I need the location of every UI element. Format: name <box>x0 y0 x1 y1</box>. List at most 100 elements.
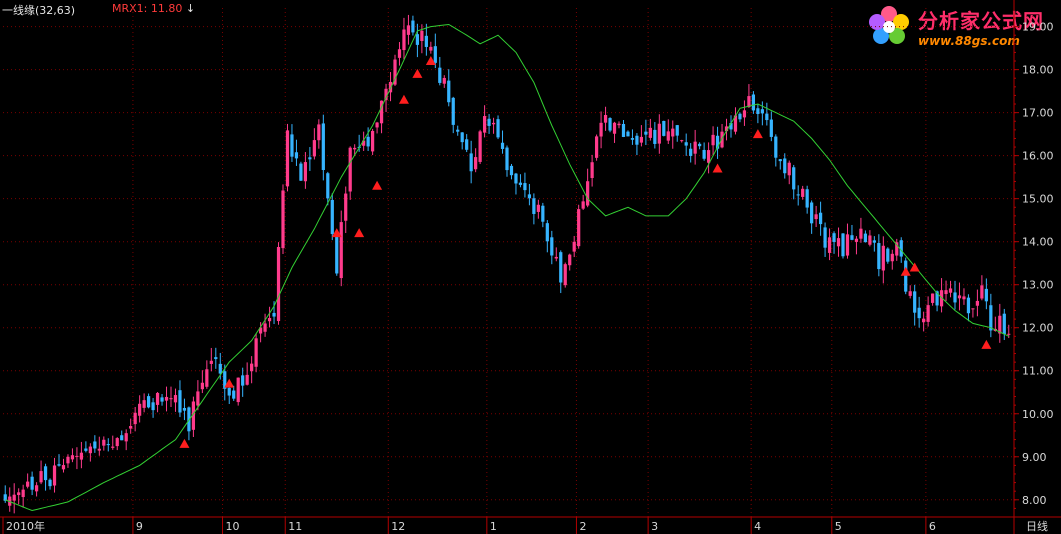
candle <box>509 163 514 180</box>
candle <box>299 161 303 181</box>
candle <box>818 201 823 236</box>
candle-body <box>783 158 787 174</box>
candle <box>469 140 473 184</box>
candle <box>465 134 469 153</box>
candle-body <box>263 323 267 332</box>
candle-body <box>662 120 666 136</box>
candle-body <box>317 124 321 141</box>
candle <box>886 247 890 264</box>
candle <box>236 377 240 406</box>
candle <box>680 139 684 143</box>
x-axis: 2010年 9 10 11 12 1 2 3 4 5 6 日线 <box>0 516 1061 534</box>
candle-body <box>451 97 455 125</box>
mrx1-line <box>5 23 1010 512</box>
candle-body <box>823 227 827 248</box>
candle-body <box>514 173 518 184</box>
candle <box>948 280 953 298</box>
candle-body <box>330 199 334 235</box>
candle-body <box>594 136 599 158</box>
candle-body <box>738 113 742 120</box>
candle-body <box>805 189 809 208</box>
candle <box>97 436 101 456</box>
candle-body <box>397 49 402 58</box>
candle-body <box>792 167 796 190</box>
candle-body <box>460 132 464 143</box>
candle <box>671 120 675 149</box>
candle-body <box>276 246 281 322</box>
candle-body <box>39 471 43 483</box>
y-tick-label: 18.00 <box>1022 64 1054 77</box>
candle-body <box>84 448 88 451</box>
candle-body <box>980 285 984 299</box>
x-month-label: 11 <box>288 520 302 533</box>
candle <box>801 185 805 200</box>
candle <box>88 443 92 462</box>
candle-body <box>173 395 178 403</box>
candle-body <box>675 125 679 136</box>
candle-body <box>962 296 966 300</box>
candle-body <box>420 30 424 41</box>
candle-body <box>491 122 496 125</box>
candle-body <box>169 398 173 400</box>
candle <box>12 483 16 514</box>
candle <box>599 111 603 149</box>
candle <box>397 42 402 66</box>
candle-body <box>868 235 872 245</box>
candle-body <box>344 193 348 221</box>
candle <box>698 142 702 150</box>
candle-body <box>917 307 921 319</box>
candle <box>330 193 334 241</box>
candle-body <box>814 214 818 220</box>
candle-body <box>88 446 92 454</box>
candle <box>474 148 478 173</box>
candle-body <box>375 122 379 128</box>
candle-body <box>79 452 84 460</box>
candle <box>626 130 630 137</box>
mrx1-line-group <box>5 23 1010 512</box>
candle-body <box>698 143 702 147</box>
candle <box>653 122 657 149</box>
candle-body <box>429 46 433 51</box>
candle <box>285 123 290 192</box>
candle <box>142 393 146 413</box>
candle-body <box>138 403 142 416</box>
candle <box>702 142 706 161</box>
candle-body <box>590 162 594 178</box>
candle-body <box>227 387 231 396</box>
candle <box>250 356 254 384</box>
candle <box>581 194 585 211</box>
candle-body <box>308 157 312 160</box>
candle <box>106 438 110 452</box>
candle <box>496 115 500 140</box>
candle-body <box>666 131 670 141</box>
candle-body <box>975 300 980 306</box>
candle <box>146 393 151 409</box>
candle-body <box>545 223 549 242</box>
candle-body <box>541 205 545 222</box>
candle-body <box>854 238 859 242</box>
candle-body <box>796 194 800 196</box>
candle <box>617 121 621 129</box>
candle-body <box>890 253 894 262</box>
candle-body <box>500 142 505 149</box>
candle <box>872 236 876 252</box>
y-tick-label: 11.00 <box>1022 365 1054 378</box>
candle-body <box>48 479 52 487</box>
candle-body <box>97 448 101 451</box>
candle-body <box>30 476 34 490</box>
candle-body <box>859 228 863 239</box>
candle-body <box>617 123 621 126</box>
x-month-label: 1 <box>490 520 497 533</box>
candle <box>160 393 164 406</box>
candle-body <box>518 182 523 185</box>
candle-body <box>756 108 760 114</box>
candle <box>411 15 415 36</box>
candle-body <box>922 318 926 323</box>
candle <box>742 100 747 126</box>
candle-body <box>760 109 764 114</box>
candle <box>930 293 935 306</box>
candle <box>34 482 39 497</box>
candle <box>178 380 182 418</box>
candle <box>890 249 894 270</box>
candle <box>998 303 1002 343</box>
